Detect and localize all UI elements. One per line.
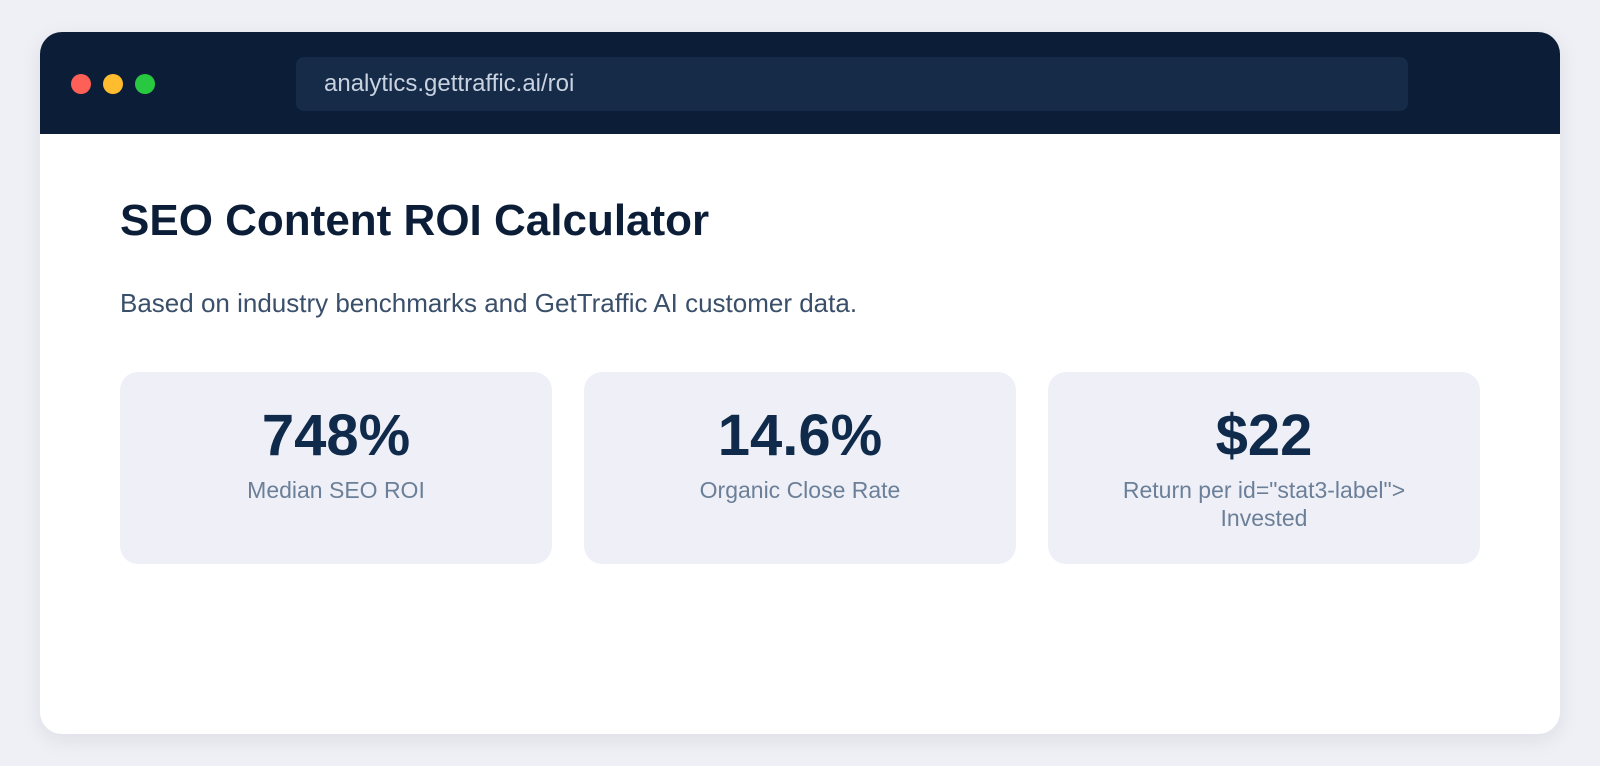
stat-value: $22 [1215,403,1313,468]
stat-card-return-per-dollar: $22 Return per id="stat3-label"> Investe… [1048,372,1480,564]
page-subtitle: Based on industry benchmarks and GetTraf… [120,288,858,318]
stat-label: Organic Close Rate [699,477,901,503]
maximize-window-button[interactable] [135,74,155,94]
browser-titlebar: analytics.gettraffic.ai/roi [40,32,1560,134]
address-bar[interactable]: analytics.gettraffic.ai/roi [296,57,1408,111]
page-content: SEO Content ROI Calculator Based on indu… [40,134,1560,734]
close-window-button[interactable] [71,74,91,94]
browser-window: analytics.gettraffic.ai/roi SEO Content … [40,32,1560,734]
stat-value: 748% [261,403,411,468]
page-title: SEO Content ROI Calculator [120,196,710,245]
stat-value: 14.6% [717,403,883,468]
stat-label: Median SEO ROI [247,477,425,503]
stat-label: Return per id="stat3-label"> Invested [1122,477,1406,531]
minimize-window-button[interactable] [103,74,123,94]
stat-card-close-rate: 14.6% Organic Close Rate [584,372,1016,564]
stat-card-median-roi: 748% Median SEO ROI [120,372,552,564]
